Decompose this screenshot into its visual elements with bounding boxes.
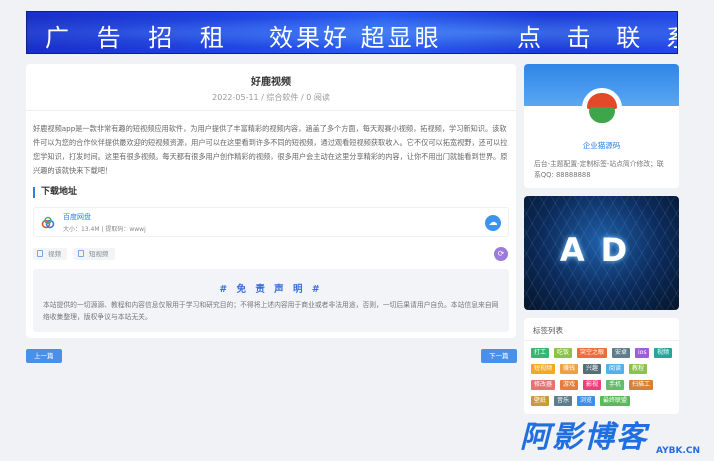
disclaimer-box: # 免 责 声 明 # 本站提供的一切源源、教程和内容信息仅限用于学习和研究目的…: [33, 269, 509, 332]
prev-post-button[interactable]: 上一篇: [26, 349, 62, 363]
article-card: 好鹿视频 2022-05-11 / 综合软件 / 0 阅读 好鹿视频app是一款…: [26, 64, 516, 338]
tag-item[interactable]: 影视: [583, 380, 602, 390]
tag-icon: [37, 250, 43, 257]
tag-item[interactable]: 修改器: [531, 380, 556, 390]
tag-item[interactable]: 打工: [531, 348, 550, 358]
tag-item[interactable]: ios: [635, 348, 650, 358]
watermark-logo: 阿影博客: [520, 420, 648, 455]
next-post-button[interactable]: 下一篇: [481, 349, 517, 363]
article-tag[interactable]: 视频: [33, 248, 67, 260]
tag-item[interactable]: 教程: [629, 364, 648, 374]
tag-item[interactable]: 壁纸: [531, 396, 550, 406]
article-tag[interactable]: 短视频: [74, 248, 115, 260]
article-title: 好鹿视频: [251, 77, 291, 88]
article-meta: 2022-05-11 / 综合软件 / 0 阅读: [212, 93, 330, 102]
tag-item[interactable]: 音乐: [554, 396, 573, 406]
profile-card: 企业猫源码 后台-主题配置-定制标签-站点简介修改；联系QQ: 88888888: [524, 64, 679, 188]
tag-item[interactable]: 手机: [606, 380, 625, 390]
tag-item[interactable]: 阅读: [606, 364, 625, 374]
cloud-download-icon[interactable]: ☁: [485, 215, 501, 231]
ad-text: AD: [559, 231, 644, 269]
banner-text-effect: 效果好 超显眼: [269, 24, 442, 52]
download-section-title: 下载地址: [33, 187, 77, 198]
article-description: 好鹿视频app是一款非常有趣的短视频应用软件，为用户提供了丰富精彩的视频内容，涵…: [33, 124, 508, 175]
download-name[interactable]: 百度网盘: [63, 212, 91, 222]
ad-banner[interactable]: 广 告 招 租 效果好 超显眼 点 击 联 系: [26, 11, 678, 54]
watermark-domain: AYBK.CN: [656, 446, 701, 456]
banner-text-contact: 点 击 联 系: [517, 24, 677, 52]
tag-item[interactable]: 安卓: [612, 348, 631, 358]
divider: [524, 340, 679, 341]
site-watermark: 阿影博客 AYBK.CN: [516, 410, 714, 461]
tag-icon: [78, 250, 84, 257]
banner-text-rent: 广 告 招 租: [45, 24, 234, 52]
tag-item[interactable]: 突空之眼: [577, 348, 608, 358]
divider: [26, 110, 516, 111]
tag-item[interactable]: 视频: [654, 348, 673, 358]
tag-item[interactable]: 游戏: [560, 380, 579, 390]
tag-list-title: 标签列表: [533, 326, 563, 335]
tag-item[interactable]: 浏览: [577, 396, 596, 406]
disclaimer-text: 本站提供的一切源源、教程和内容信息仅限用于学习和研究目的；不得将上述内容用于商业…: [43, 301, 499, 321]
profile-description: 后台-主题配置-定制标签-站点简介修改；联系QQ: 88888888: [534, 160, 664, 179]
baidu-cloud-icon: [41, 216, 55, 229]
share-icon[interactable]: ⟳: [494, 247, 508, 261]
download-item[interactable]: 百度网盘 大小：13.4M | 提取码：wwwj ☁: [33, 207, 509, 237]
tag-item[interactable]: 最终联盟: [600, 396, 631, 406]
tag-item[interactable]: 扫描工: [629, 380, 654, 390]
tag-list-card: 标签列表 打工 吃饭 突空之眼 安卓 ios 视频短视频 赚钱 兴趣 阅读 教程修改器 游戏 影视 手机…: [524, 318, 679, 414]
tag-item[interactable]: 吃饭: [554, 348, 573, 358]
disclaimer-title: # 免 责 声 明 #: [219, 284, 323, 295]
profile-name[interactable]: 企业猫源码: [524, 140, 679, 151]
sidebar-ad[interactable]: AD: [524, 196, 679, 310]
tag-item[interactable]: 短视频: [531, 364, 556, 374]
avatar[interactable]: [582, 88, 622, 128]
tag-item[interactable]: 赚钱: [560, 364, 579, 374]
download-info: 大小：13.4M | 提取码：wwwj: [63, 226, 146, 233]
tag-item[interactable]: 兴趣: [583, 364, 602, 374]
